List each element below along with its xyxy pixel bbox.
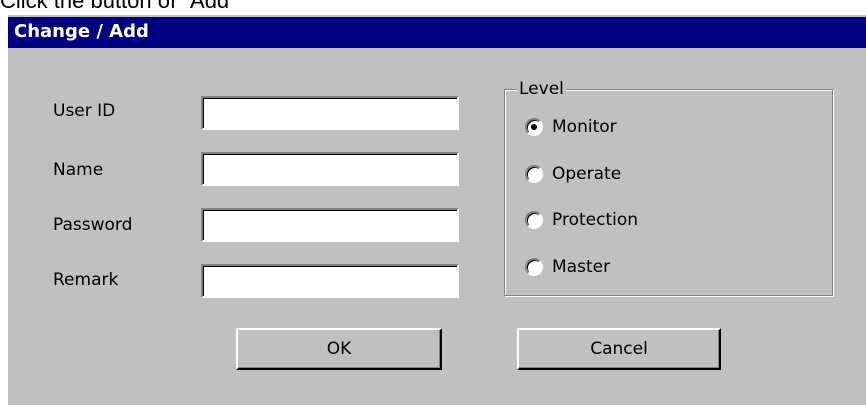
radio-label-operate[interactable]: Operate [552, 164, 621, 184]
user-id-input[interactable] [201, 96, 459, 130]
radio-operate[interactable]: Operate [525, 162, 621, 186]
password-input[interactable] [201, 208, 459, 242]
level-legend: Level [517, 79, 566, 99]
password-label: Password [53, 215, 133, 235]
ok-button[interactable]: OK [236, 328, 442, 370]
change-add-dialog: Change / Add User ID Name Password Remar… [7, 15, 866, 405]
radio-label-master[interactable]: Master [552, 257, 610, 277]
page: Click the button of "Add" Change / Add U… [0, 0, 866, 405]
level-groupbox: Level Monitor Operate Protection Master [504, 79, 833, 296]
radio-label-protection[interactable]: Protection [552, 210, 638, 230]
radio-monitor[interactable]: Monitor [525, 115, 617, 139]
name-label: Name [53, 160, 104, 180]
radio-label-monitor[interactable]: Monitor [552, 117, 617, 137]
name-input[interactable] [201, 152, 459, 186]
user-id-label: User ID [53, 101, 116, 121]
radio-dot-icon [531, 124, 537, 130]
instruction-caption: Click the button of "Add" [0, 0, 237, 13]
remark-input[interactable] [201, 264, 459, 298]
radio-button-icon[interactable] [525, 258, 543, 276]
dialog-titlebar[interactable]: Change / Add [8, 17, 866, 48]
radio-button-icon[interactable] [525, 118, 543, 136]
radio-protection[interactable]: Protection [525, 208, 638, 232]
radio-button-icon[interactable] [525, 165, 543, 183]
dialog-title: Change / Add [14, 21, 149, 42]
remark-label: Remark [53, 270, 119, 290]
radio-button-icon[interactable] [525, 211, 543, 229]
radio-master[interactable]: Master [525, 255, 610, 279]
cancel-button[interactable]: Cancel [517, 328, 721, 370]
